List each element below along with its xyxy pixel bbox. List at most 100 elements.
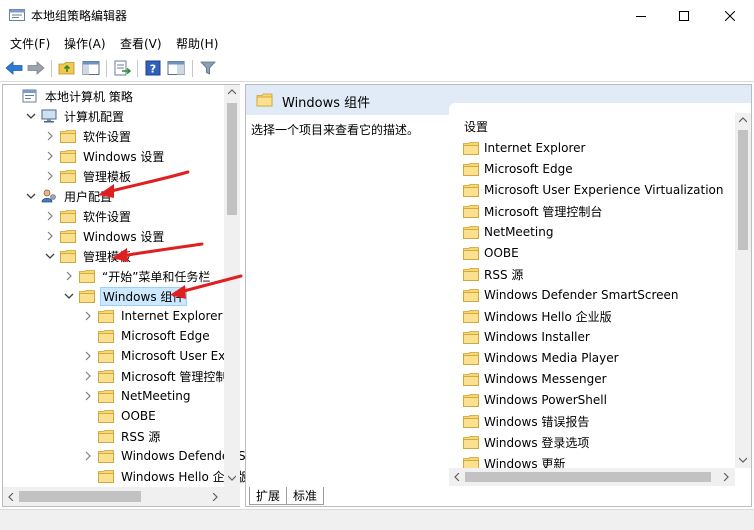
list-item[interactable]: Windows Defender SmartScreen: [463, 285, 679, 305]
chevron-right-icon[interactable]: [44, 130, 56, 142]
scroll-up-icon[interactable]: [739, 117, 747, 123]
chevron-right-icon[interactable]: [44, 230, 56, 242]
tree-item[interactable]: Internet Explorer: [82, 306, 224, 326]
close-button[interactable]: [707, 0, 753, 31]
tree-horizontal-scrollbar[interactable]: [3, 487, 224, 506]
tree-item[interactable]: Microsoft 管理控制台: [82, 366, 241, 386]
scroll-left-icon[interactable]: [8, 493, 14, 501]
tree-item[interactable]: Microsoft User Expe: [82, 346, 242, 366]
tree-item[interactable]: Microsoft Edge: [82, 326, 212, 346]
menu-view[interactable]: 查看(V): [120, 35, 162, 52]
help-button[interactable]: ?: [143, 58, 163, 78]
tree-item[interactable]: 管理模板: [44, 166, 133, 186]
list-item[interactable]: Windows 登录选项: [463, 432, 589, 452]
back-button[interactable]: [4, 58, 24, 78]
tree-item[interactable]: 软件设置: [44, 126, 133, 146]
tab-extended[interactable]: 扩展: [249, 487, 288, 505]
list-item[interactable]: Microsoft User Experience Virtualization: [463, 180, 724, 200]
up-level-button[interactable]: [57, 58, 77, 78]
tree-item[interactable]: OOBE: [82, 406, 158, 426]
tree-item-label: 管理模板: [83, 169, 132, 184]
tree-item[interactable]: RSS 源: [82, 426, 162, 446]
show-hide-tree-button[interactable]: [81, 58, 101, 78]
console-tree[interactable]: 本地计算机 策略 计算机配置 软件设置 Windows 设置 管理模板 用户配置 软件设置 W…: [2, 84, 249, 507]
menu-file[interactable]: 文件(F): [10, 35, 50, 52]
chevron-right-icon[interactable]: [82, 370, 94, 382]
folder-icon: [463, 330, 479, 344]
tree-item[interactable]: Windows Defender S: [82, 446, 248, 466]
export-list-button[interactable]: [112, 58, 132, 78]
tree-item-label: 计算机配置: [64, 109, 125, 124]
folder-icon: [463, 267, 479, 281]
scrollbar-thumb[interactable]: [227, 103, 237, 215]
chevron-right-icon[interactable]: [82, 350, 94, 362]
folder-icon: [98, 449, 114, 463]
tab-standard[interactable]: 标准: [286, 487, 325, 505]
tree-item[interactable]: 用户配置: [25, 186, 114, 206]
chevron-down-icon[interactable]: [44, 250, 56, 262]
scroll-down-icon[interactable]: [228, 475, 236, 481]
list-item[interactable]: Windows 错误报告: [463, 411, 589, 431]
tree-item[interactable]: 计算机配置: [25, 106, 126, 126]
menu-action[interactable]: 操作(A): [64, 35, 106, 52]
scroll-left-icon[interactable]: [454, 473, 460, 481]
scroll-down-icon[interactable]: [739, 457, 747, 463]
scrollbar-thumb[interactable]: [738, 130, 748, 250]
chevron-down-icon[interactable]: [25, 110, 37, 122]
scrollbar-thumb[interactable]: [19, 491, 141, 502]
chevron-right-icon[interactable]: [63, 270, 75, 282]
properties-pane-button[interactable]: [166, 58, 186, 78]
tree-vertical-scrollbar[interactable]: [224, 85, 240, 487]
list-horizontal-scrollbar[interactable]: [449, 468, 735, 486]
list-item-label: Windows Installer: [484, 330, 590, 344]
list-vertical-scrollbar[interactable]: [735, 113, 751, 468]
list-item-label: Microsoft Edge: [484, 162, 573, 176]
chevron-right-icon[interactable]: [82, 390, 94, 402]
chevron-right-icon[interactable]: [82, 450, 94, 462]
status-bar: [0, 509, 754, 530]
tree-item[interactable]: “开始”菜单和任务栏: [63, 266, 212, 286]
list-item[interactable]: NetMeeting: [463, 222, 553, 242]
list-item[interactable]: Windows PowerShell: [463, 390, 607, 410]
minimize-icon: [636, 15, 646, 17]
scroll-up-icon[interactable]: [228, 89, 236, 95]
folder-icon: [463, 309, 479, 323]
folder-icon: [79, 269, 95, 283]
list-item[interactable]: Microsoft 管理控制台: [463, 201, 602, 221]
menu-help[interactable]: 帮助(H): [176, 35, 218, 52]
list-item[interactable]: Windows Hello 企业版: [463, 306, 612, 326]
folder-icon: [463, 393, 479, 407]
minimize-button[interactable]: [618, 0, 664, 31]
list-item[interactable]: Microsoft Edge: [463, 159, 573, 179]
scroll-right-icon[interactable]: [723, 473, 729, 481]
scrollbar-thumb[interactable]: [465, 472, 711, 482]
tree-item[interactable]: Windows 组件: [63, 286, 188, 306]
filter-button[interactable]: [198, 58, 218, 78]
list-item[interactable]: Windows Installer: [463, 327, 590, 347]
list-item[interactable]: Windows Media Player: [463, 348, 619, 368]
list-item[interactable]: Windows Messenger: [463, 369, 607, 389]
list-item[interactable]: Internet Explorer: [463, 138, 585, 158]
no-expander: [82, 470, 94, 482]
list-item[interactable]: RSS 源: [463, 264, 523, 284]
maximize-button[interactable]: [661, 0, 707, 31]
chevron-down-icon[interactable]: [63, 290, 75, 302]
chevron-right-icon[interactable]: [44, 210, 56, 222]
chevron-right-icon[interactable]: [82, 310, 94, 322]
filter-icon: [200, 61, 216, 75]
toolbar-separator: [137, 60, 138, 77]
chevron-right-icon[interactable]: [44, 150, 56, 162]
tree-item[interactable]: Windows 设置: [44, 146, 166, 166]
scroll-right-icon[interactable]: [212, 493, 218, 501]
list-item[interactable]: Windows 更新: [463, 453, 565, 468]
tree-item[interactable]: 管理模板: [44, 246, 133, 266]
tree-item[interactable]: 软件设置: [44, 206, 133, 226]
chevron-down-icon[interactable]: [25, 190, 37, 202]
chevron-right-icon[interactable]: [44, 170, 56, 182]
tree-item[interactable]: 本地计算机 策略: [6, 86, 135, 106]
tree-item[interactable]: NetMeeting: [82, 386, 192, 406]
computer-icon: [41, 109, 57, 123]
list-item[interactable]: OOBE: [463, 243, 519, 263]
forward-button[interactable]: [26, 58, 46, 78]
tree-item[interactable]: Windows 设置: [44, 226, 166, 246]
